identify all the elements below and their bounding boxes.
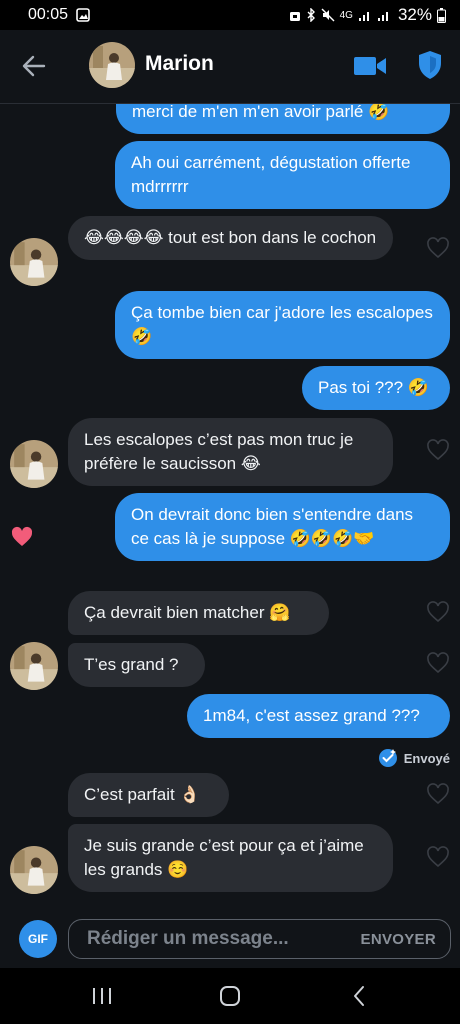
home-icon[interactable] bbox=[217, 984, 243, 1008]
status-time: 00:05 bbox=[28, 6, 69, 23]
mute-icon bbox=[321, 8, 335, 22]
sent-status: Envoyé bbox=[378, 748, 450, 768]
message-input[interactable]: Rédiger un message... ENVOYER bbox=[68, 919, 451, 959]
message-text: C’est parfait 👌🏻 bbox=[84, 785, 201, 804]
message-bubble-incoming[interactable]: 😂😂😂😂 tout est bon dans le cochon bbox=[68, 216, 393, 260]
contact-avatar-small[interactable] bbox=[10, 440, 58, 488]
back-nav-icon[interactable] bbox=[347, 984, 373, 1008]
send-button[interactable]: ENVOYER bbox=[361, 931, 436, 948]
message-text: Je suis grande c’est pour ça et j’aime l… bbox=[84, 836, 364, 879]
message-bubble-outgoing[interactable]: Pas toi ??? 🤣 bbox=[302, 366, 450, 410]
status-bar: 00:05 4G 32% bbox=[0, 0, 460, 30]
message-bubble-outgoing[interactable]: 1m84, c'est assez grand ??? bbox=[187, 694, 450, 738]
contact-avatar[interactable] bbox=[89, 42, 135, 88]
like-heart-icon[interactable] bbox=[426, 783, 450, 805]
message-bubble-outgoing[interactable]: Ah oui carrément, dégustation offerte md… bbox=[115, 141, 450, 209]
battery-percent: 32% bbox=[397, 5, 432, 24]
message-bubble-outgoing[interactable]: merci de m'en m'en avoir parlé 🤣 bbox=[116, 104, 450, 134]
message-text: Ça devrait bien matcher 🤗 bbox=[84, 603, 291, 622]
battery-icon bbox=[437, 7, 446, 23]
like-heart-icon[interactable] bbox=[426, 652, 450, 674]
message-thread[interactable]: merci de m'en m'en avoir parlé 🤣 Ah oui … bbox=[0, 104, 460, 908]
bluetooth-icon bbox=[307, 8, 315, 22]
message-text: 😂😂😂😂 tout est bon dans le cochon bbox=[84, 228, 377, 247]
gif-button[interactable]: GIF bbox=[19, 920, 57, 958]
message-bubble-incoming[interactable]: Ça devrait bien matcher 🤗 bbox=[68, 591, 329, 635]
chat-header: Marion bbox=[0, 30, 460, 104]
message-text: Pas toi ??? 🤣 bbox=[318, 378, 429, 397]
contact-avatar-small[interactable] bbox=[10, 642, 58, 690]
message-text: T’es grand ? bbox=[84, 655, 179, 674]
message-text: Les escalopes c’est pas mon truc je préf… bbox=[84, 430, 354, 473]
contact-name[interactable]: Marion bbox=[145, 52, 214, 76]
signal-icon bbox=[358, 11, 369, 21]
like-heart-icon[interactable] bbox=[426, 846, 450, 868]
system-navigation-bar bbox=[0, 968, 460, 1024]
message-bubble-incoming[interactable]: C’est parfait 👌🏻 bbox=[68, 773, 229, 817]
back-arrow-icon[interactable] bbox=[20, 52, 48, 80]
message-bubble-incoming[interactable]: Je suis grande c’est pour ça et j’aime l… bbox=[68, 824, 393, 892]
like-heart-icon[interactable] bbox=[426, 237, 450, 259]
liked-heart-icon[interactable] bbox=[10, 526, 34, 548]
recent-apps-icon[interactable] bbox=[89, 984, 115, 1008]
message-text: 1m84, c'est assez grand ??? bbox=[203, 706, 420, 725]
message-text: On devrait donc bien s'entendre dans ce … bbox=[131, 505, 414, 548]
sent-status-label: Envoyé bbox=[403, 750, 450, 766]
message-text: merci de m'en m'en avoir parlé 🤣 bbox=[132, 104, 390, 121]
sent-check-icon bbox=[378, 749, 397, 767]
lock-notification-icon bbox=[289, 12, 300, 21]
video-call-icon[interactable] bbox=[353, 54, 387, 78]
network-type: 4G bbox=[339, 9, 353, 21]
message-bubble-outgoing[interactable]: Ça tombe bien car j'adore les escalopes … bbox=[115, 291, 450, 359]
contact-avatar-small[interactable] bbox=[10, 238, 58, 286]
message-bubble-outgoing[interactable]: On devrait donc bien s'entendre dans ce … bbox=[115, 493, 450, 561]
like-heart-icon[interactable] bbox=[426, 439, 450, 461]
gallery-notification-icon bbox=[76, 8, 90, 22]
message-input-placeholder: Rédiger un message... bbox=[87, 928, 289, 949]
message-text: Ah oui carrément, dégustation offerte md… bbox=[131, 153, 411, 196]
safety-shield-icon[interactable] bbox=[417, 50, 443, 80]
contact-avatar-small[interactable] bbox=[10, 846, 58, 894]
message-bubble-incoming[interactable]: T’es grand ? bbox=[68, 643, 205, 687]
signal-icon-2 bbox=[377, 11, 388, 21]
message-composer: GIF Rédiger un message... ENVOYER bbox=[0, 908, 460, 968]
message-text: Ça tombe bien car j'adore les escalopes … bbox=[131, 303, 433, 346]
like-heart-icon[interactable] bbox=[426, 601, 450, 623]
message-bubble-incoming[interactable]: Les escalopes c’est pas mon truc je préf… bbox=[68, 418, 393, 486]
